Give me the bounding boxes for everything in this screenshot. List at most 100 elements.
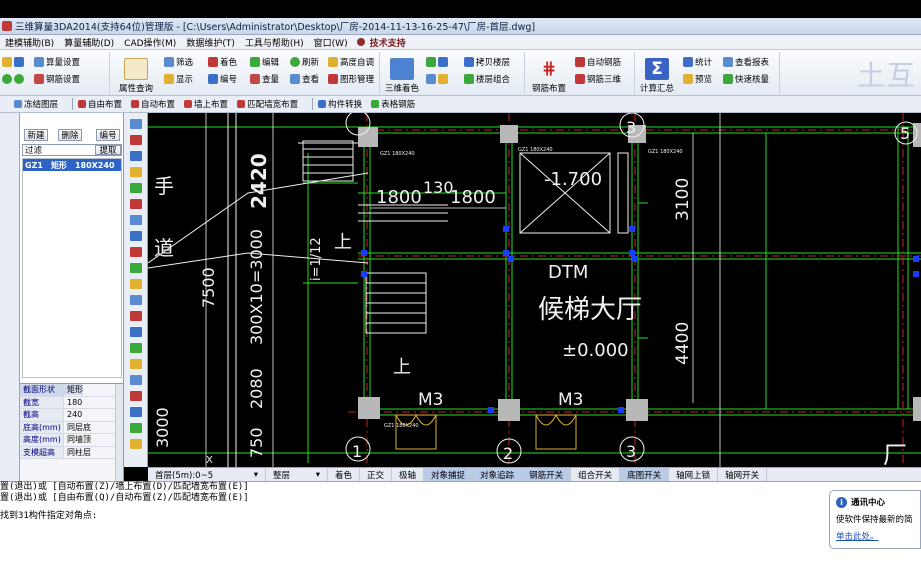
layer-tool-b[interactable] bbox=[426, 72, 448, 85]
property-scrollbar[interactable] bbox=[115, 384, 123, 492]
ribbon-group-view: 属性查询 筛选 显示 着色 编号 编辑 查量 刷新 查看 高度自调 图形管理 bbox=[110, 52, 380, 94]
property-query-button[interactable]: 属性查询 bbox=[114, 52, 158, 94]
toggle-polar[interactable]: 极轴 bbox=[392, 468, 425, 481]
view-report-button[interactable]: 查看报表 bbox=[723, 55, 769, 68]
menu-modeling[interactable]: 建模辅助(B) bbox=[0, 36, 59, 49]
tool-icon[interactable] bbox=[130, 151, 142, 161]
toggle-otrack[interactable]: 对象追踪 bbox=[473, 468, 523, 481]
auto-rebar-button[interactable]: 自动钢筋 bbox=[575, 55, 621, 68]
table-rebar-icon bbox=[371, 100, 380, 108]
command-history-line: 置(退出)或 [自动布置(Z)/墙上布置(D)/匹配墙宽布置(E)] bbox=[0, 482, 249, 492]
command-window[interactable]: 置(退出)或 [自动布置(Z)/墙上布置(D)/匹配墙宽布置(E)] 置(退出)… bbox=[0, 481, 921, 576]
layer-tool-a[interactable] bbox=[426, 55, 448, 68]
notification-link[interactable]: 单击此处。 bbox=[836, 530, 917, 542]
rebar-settings-button[interactable]: 钢筋设置 bbox=[2, 72, 80, 85]
menu-tools[interactable]: 工具与帮助(H) bbox=[240, 36, 309, 49]
toggle-grid-lock[interactable]: 轴网上锁 bbox=[669, 468, 719, 481]
code-button[interactable]: 编号 bbox=[208, 72, 237, 85]
tool-icon[interactable] bbox=[130, 439, 142, 449]
tool-icon[interactable] bbox=[130, 327, 142, 337]
component-convert-button[interactable]: 构件转换 bbox=[318, 98, 362, 110]
menu-support[interactable]: 技术支持 bbox=[365, 36, 411, 49]
match-wall-width-button[interactable]: 匹配墙宽布置 bbox=[237, 98, 298, 110]
toggle-color[interactable]: 着色 bbox=[328, 468, 361, 481]
display-button[interactable]: 显示 bbox=[164, 72, 193, 85]
slope-text: i=1/12 bbox=[309, 237, 324, 281]
drawing-svg[interactable]: 2420 7500 2080 300X10=3000 1800 130 1800… bbox=[148, 113, 921, 467]
tool-icon[interactable] bbox=[130, 199, 142, 209]
wall-layout-button[interactable]: 墙上布置 bbox=[184, 98, 228, 110]
color-button[interactable]: 着色 bbox=[208, 55, 237, 68]
property-row[interactable]: 底高(mm) 同层底 bbox=[20, 421, 123, 434]
freeze-layer-button[interactable]: 冻结图层 bbox=[14, 98, 58, 110]
tool-icon[interactable] bbox=[130, 423, 142, 433]
menu-cad[interactable]: CAD操作(M) bbox=[119, 36, 181, 49]
rebar-3d-button[interactable]: 钢筋三维 bbox=[575, 72, 621, 85]
table-rebar-button[interactable]: 表格钢筋 bbox=[371, 98, 415, 110]
preview-button[interactable]: 预览 bbox=[683, 72, 712, 85]
3d-color-button[interactable]: 三维着色 bbox=[380, 52, 424, 94]
rebar-layout-button[interactable]: ⋕ 钢筋布置 bbox=[527, 52, 571, 94]
tool-icon[interactable] bbox=[130, 247, 142, 257]
rebar-layout-icon: ⋕ bbox=[541, 59, 557, 79]
delete-button[interactable]: 删除 bbox=[58, 129, 82, 141]
new-button[interactable]: 新建 bbox=[24, 129, 48, 141]
tool-icon[interactable] bbox=[130, 359, 142, 369]
property-row[interactable]: 截高 240 bbox=[20, 409, 123, 422]
tool-icon[interactable] bbox=[130, 391, 142, 401]
toggle-rebar[interactable]: 钢筋开关 bbox=[522, 468, 572, 481]
floor-select[interactable]: 首层(5m):0~5 ▾ bbox=[148, 468, 266, 481]
tool-icon[interactable] bbox=[130, 279, 142, 289]
auto-layout-button[interactable]: 自动布置 bbox=[131, 98, 175, 110]
tool-icon[interactable] bbox=[130, 183, 142, 193]
toggle-ortho[interactable]: 正交 bbox=[360, 468, 393, 481]
free-layout-button[interactable]: 自由布置 bbox=[78, 98, 122, 110]
property-row[interactable]: 截宽 180 bbox=[20, 396, 123, 409]
tool-icon[interactable] bbox=[130, 375, 142, 385]
tool-icon[interactable] bbox=[130, 295, 142, 305]
height-adjust-button[interactable]: 高度自调 bbox=[328, 55, 374, 68]
toggle-combine[interactable]: 组合开关 bbox=[571, 468, 621, 481]
menu-quantity[interactable]: 算量辅助(D) bbox=[59, 36, 119, 49]
check-quantity-button[interactable]: 查量 bbox=[250, 72, 279, 85]
filter-button[interactable]: 筛选 bbox=[164, 55, 193, 68]
dim-text: 2420 bbox=[247, 153, 271, 209]
refresh-button[interactable]: 刷新 bbox=[290, 55, 319, 68]
edit-button[interactable]: 编辑 bbox=[250, 55, 279, 68]
cad-canvas[interactable]: 2420 7500 2080 300X10=3000 1800 130 1800… bbox=[148, 113, 921, 467]
filter-combo[interactable]: 过滤 提取 bbox=[22, 144, 122, 156]
title-bar: 三维算量3DA2014(支持64位)管理版 - [C:\Users\Admini… bbox=[0, 18, 921, 35]
list-item[interactable]: GZ1 矩形 180X240 bbox=[23, 159, 121, 171]
extract-button[interactable]: 提取 bbox=[95, 145, 121, 156]
tool-icon[interactable] bbox=[130, 263, 142, 273]
tool-icon[interactable] bbox=[130, 167, 142, 177]
tool-icon[interactable] bbox=[130, 231, 142, 241]
view-button[interactable]: 查看 bbox=[290, 72, 319, 85]
floor-combine-button[interactable]: 楼层组合 bbox=[464, 72, 510, 85]
tool-icon[interactable] bbox=[130, 215, 142, 225]
tool-icon[interactable] bbox=[130, 135, 142, 145]
graphics-manage-button[interactable]: 图形管理 bbox=[328, 72, 374, 85]
toggle-osnap[interactable]: 对象捕捉 bbox=[424, 468, 474, 481]
menu-window[interactable]: 窗口(W) bbox=[309, 36, 353, 49]
copy-floor-button[interactable]: 拷贝楼层 bbox=[464, 55, 510, 68]
toggle-grid[interactable]: 轴网开关 bbox=[718, 468, 768, 481]
statistics-button[interactable]: 统计 bbox=[683, 55, 712, 68]
notification-popup[interactable]: i 通讯中心 使软件保持最新的简 单击此处。 bbox=[829, 490, 921, 549]
property-row[interactable]: 高度(mm) 同墙顶 bbox=[20, 434, 123, 447]
tool-icon[interactable] bbox=[130, 407, 142, 417]
quick-check-button[interactable]: 快速核量 bbox=[723, 72, 769, 85]
calc-summary-button[interactable]: Σ 计算汇总 bbox=[635, 52, 679, 94]
property-row[interactable]: 截面形状 矩形 bbox=[20, 384, 123, 397]
property-row[interactable]: 支模超高 同柱层 bbox=[20, 446, 123, 459]
tool-icon[interactable] bbox=[130, 119, 142, 129]
toggle-base-map[interactable]: 底图开关 bbox=[620, 468, 670, 481]
calc-settings-button[interactable]: 算量设置 bbox=[2, 55, 80, 68]
tool-icon[interactable] bbox=[130, 311, 142, 321]
menu-data[interactable]: 数据维护(T) bbox=[181, 36, 240, 49]
refresh-icon bbox=[290, 56, 300, 67]
floor-mode-select[interactable]: 整层 ▾ bbox=[266, 468, 328, 481]
tool-icon[interactable] bbox=[130, 343, 142, 353]
code-edit-button[interactable]: 编号 bbox=[96, 129, 120, 141]
chevron-down-icon: ▾ bbox=[315, 469, 320, 480]
